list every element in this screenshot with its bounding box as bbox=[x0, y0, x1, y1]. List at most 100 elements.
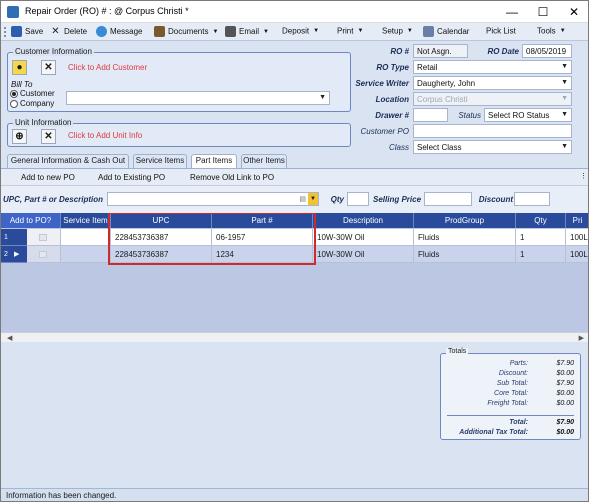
chevron-down-icon: ▼ bbox=[561, 63, 568, 70]
qty-cell[interactable]: 1 bbox=[516, 229, 566, 246]
service-item-cell[interactable] bbox=[61, 246, 111, 263]
row-number: 2 bbox=[4, 251, 8, 258]
ro-type-select[interactable]: Retail ▼ bbox=[413, 60, 572, 74]
window-title: Repair Order (RO) # : @ Corpus Christi * bbox=[25, 6, 189, 16]
add-to-new-po-button[interactable]: Add to new PO bbox=[21, 173, 75, 182]
status-bar: Information has been changed. bbox=[1, 488, 588, 501]
tab-other-items[interactable]: Other Items bbox=[241, 154, 287, 168]
col-header-prodgroup[interactable]: ProdGroup bbox=[414, 213, 516, 228]
customer-po-field[interactable] bbox=[413, 124, 572, 138]
email-button[interactable]: Email ▼ bbox=[225, 26, 269, 39]
col-header-price[interactable]: Pri bbox=[566, 213, 588, 228]
ro-type-value: Retail bbox=[417, 63, 438, 72]
col-header-description[interactable]: Description bbox=[313, 213, 414, 228]
steering-wheel-icon[interactable]: ⊕ bbox=[12, 129, 27, 144]
tools-label: Tools bbox=[537, 26, 556, 36]
chevron-down-icon: ▼ bbox=[319, 94, 326, 101]
totals-label: Discount: bbox=[498, 370, 528, 377]
clear-unit-x-icon[interactable]: ✕ bbox=[41, 129, 56, 144]
customer-radio[interactable]: Customer bbox=[10, 89, 55, 98]
price-cell[interactable]: 100L bbox=[566, 246, 588, 263]
part-items-panel: Add to new PO Add to Existing PO Remove … bbox=[1, 168, 588, 342]
setup-button[interactable]: Setup ▼ bbox=[382, 26, 413, 39]
totals-row: Freight Total: $0.00 bbox=[441, 400, 580, 410]
totals-divider bbox=[447, 415, 574, 416]
selling-price-input[interactable] bbox=[424, 192, 472, 206]
prodgroup-cell[interactable]: Fluids bbox=[414, 229, 516, 246]
unit-information-group: Unit Information ⊕ ✕ Click to Add Unit I… bbox=[7, 118, 351, 147]
pick-list-label: Pick List bbox=[486, 26, 516, 36]
ro-date-field[interactable]: 08/05/2019 bbox=[522, 44, 572, 58]
print-button[interactable]: Print ▼ bbox=[337, 26, 363, 39]
status-select[interactable]: Select RO Status ▼ bbox=[484, 108, 572, 122]
toolbar-overflow-icon[interactable]: ⋮ bbox=[580, 172, 587, 180]
horizontal-scrollbar[interactable]: ◀ ▶ bbox=[1, 332, 588, 342]
company-radio[interactable]: Company bbox=[10, 99, 54, 108]
add-to-po-checkbox[interactable] bbox=[39, 234, 47, 241]
add-to-po-checkbox[interactable] bbox=[39, 251, 47, 258]
save-label: Save bbox=[25, 27, 44, 36]
dropdown-arrow-icon[interactable]: ▼ bbox=[308, 193, 318, 205]
prodgroup-cell[interactable]: Fluids bbox=[414, 246, 516, 263]
message-button[interactable]: Message bbox=[96, 26, 142, 39]
scroll-left-arrow-icon[interactable]: ◀ bbox=[7, 334, 12, 342]
tab-part-items[interactable]: Part Items bbox=[191, 154, 237, 169]
qty-cell[interactable]: 1 bbox=[516, 246, 566, 263]
col-header-qty[interactable]: Qty bbox=[516, 213, 566, 228]
minimize-button[interactable]: — bbox=[497, 1, 527, 23]
current-row-arrow-icon: ▶ bbox=[14, 251, 20, 258]
totals-label: Core Total: bbox=[494, 390, 528, 397]
clear-customer-x-icon[interactable]: ✕ bbox=[41, 60, 56, 75]
qty-entry-label: Qty bbox=[330, 195, 344, 204]
add-unit-link[interactable]: Click to Add Unit Info bbox=[68, 131, 142, 140]
class-label: Class bbox=[388, 143, 409, 152]
tools-dropdown-icon: ▼ bbox=[559, 27, 566, 34]
tab-general-information[interactable]: General Information & Cash Out bbox=[7, 154, 129, 168]
documents-dropdown-icon: ▼ bbox=[212, 28, 219, 35]
upc-entry-input[interactable]: ▤ ▼ bbox=[107, 192, 319, 206]
customer-person-icon[interactable]: ● bbox=[12, 60, 27, 75]
totals-row: Parts: $7.90 bbox=[441, 360, 580, 370]
delete-x-icon: ✕ bbox=[51, 26, 60, 37]
add-to-existing-po-button[interactable]: Add to Existing PO bbox=[98, 173, 165, 182]
tab-service-items[interactable]: Service Items bbox=[133, 154, 187, 168]
service-item-cell[interactable] bbox=[61, 229, 111, 246]
scroll-right-arrow-icon[interactable]: ▶ bbox=[579, 334, 584, 342]
qty-entry-input[interactable] bbox=[347, 192, 369, 206]
setup-dropdown-icon: ▼ bbox=[406, 27, 413, 34]
add-customer-link[interactable]: Click to Add Customer bbox=[68, 63, 147, 72]
save-button[interactable]: Save bbox=[11, 26, 43, 39]
col-header-add-to-po[interactable]: Add to PO? bbox=[1, 213, 61, 228]
service-writer-select[interactable]: Daugherty, John ▼ bbox=[413, 76, 572, 90]
price-cell[interactable]: 100L bbox=[566, 229, 588, 246]
additional-tax-row: Additional Tax Total: $0.00 bbox=[441, 429, 580, 439]
documents-button[interactable]: Documents ▼ bbox=[154, 26, 218, 39]
tools-button[interactable]: Tools ▼ bbox=[537, 26, 566, 39]
discount-entry-input[interactable] bbox=[514, 192, 550, 206]
chevron-down-icon: ▼ bbox=[561, 95, 568, 102]
lookup-icon[interactable]: ▤ bbox=[299, 195, 306, 203]
customer-select[interactable]: ▼ bbox=[66, 91, 330, 105]
maximize-button[interactable]: ☐ bbox=[528, 1, 558, 23]
drawer-field[interactable] bbox=[413, 108, 448, 122]
tab-strip: General Information & Cash Out Service I… bbox=[1, 154, 588, 169]
totals-value: $0.00 bbox=[556, 390, 574, 397]
calendar-button[interactable]: Calendar bbox=[423, 26, 469, 39]
description-cell[interactable]: 10W-30W Oil bbox=[313, 229, 414, 246]
description-cell[interactable]: 10W-30W Oil bbox=[313, 246, 414, 263]
company-radio-label: Company bbox=[20, 99, 55, 108]
totals-label: Sub Total: bbox=[496, 380, 528, 387]
location-value: Corpus Christi bbox=[417, 95, 468, 104]
delete-button[interactable]: ✕ Delete bbox=[50, 26, 87, 39]
close-window-button[interactable]: ✕ bbox=[559, 1, 588, 23]
totals-row: Sub Total: $7.90 bbox=[441, 380, 580, 390]
col-header-service-item[interactable]: Service Item bbox=[61, 213, 111, 228]
ro-number-value: Not Asgn. bbox=[417, 47, 452, 56]
remove-old-link-button[interactable]: Remove Old Link to PO bbox=[190, 173, 274, 182]
class-select[interactable]: Select Class ▼ bbox=[413, 140, 572, 154]
deposit-button[interactable]: Deposit ▼ bbox=[282, 26, 319, 39]
print-label: Print bbox=[337, 26, 354, 36]
pick-list-button[interactable]: Pick List bbox=[486, 26, 516, 39]
service-writer-value: Daugherty, John bbox=[417, 79, 476, 88]
class-value: Select Class bbox=[417, 143, 462, 152]
